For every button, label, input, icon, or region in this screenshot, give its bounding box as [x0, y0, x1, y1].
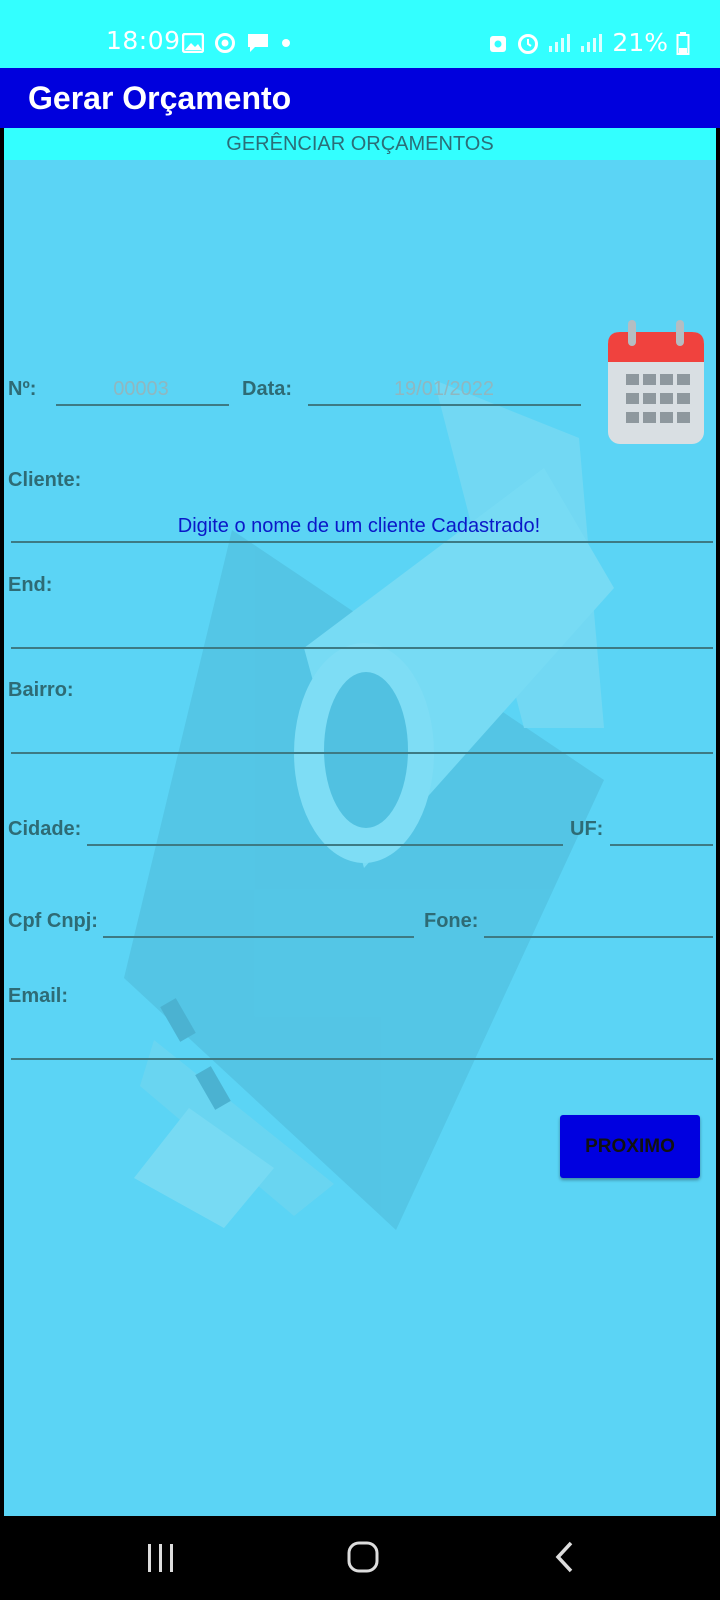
cliente-input[interactable]: Digite o nome de um cliente Cadastrado! [12, 515, 706, 538]
main-content: GERÊNCIAR ORÇAMENTOS Nº: 00003 Data: 19/… [4, 128, 716, 1516]
app-bar: Gerar Orçamento [0, 68, 720, 128]
numero-underline [56, 404, 229, 406]
cpf-cnpj-input[interactable] [103, 936, 414, 938]
battery-icon [676, 31, 690, 55]
status-time: 18:09 [106, 26, 181, 55]
message-icon [248, 34, 268, 52]
system-nav-bar [0, 1516, 720, 1600]
fone-label: Fone: [424, 910, 479, 932]
home-icon[interactable] [346, 1540, 380, 1574]
dot-icon [282, 39, 290, 47]
battery-percent: 21% [612, 28, 668, 57]
status-bar: 18:09 21% [0, 0, 720, 68]
data-underline [308, 404, 581, 406]
nfc-icon [490, 35, 507, 52]
cliente-label: Cliente: [8, 469, 82, 491]
numero-label: Nº: [8, 378, 37, 400]
alarm-icon [518, 33, 539, 54]
signal-icon-2 [581, 33, 603, 52]
cidade-input[interactable] [87, 844, 563, 846]
fone-input[interactable] [484, 936, 713, 938]
uf-input[interactable] [610, 844, 713, 846]
numero-field[interactable]: 00003 [56, 378, 226, 401]
calendar-icon[interactable] [606, 318, 706, 448]
gallery-icon [182, 33, 204, 53]
signal-icon [549, 33, 571, 52]
cidade-label: Cidade: [8, 818, 82, 840]
bairro-input[interactable] [11, 752, 713, 754]
sync-icon [215, 33, 235, 53]
data-field[interactable]: 19/01/2022 [308, 378, 580, 401]
email-label: Email: [8, 985, 69, 1007]
cliente-underline [11, 541, 713, 543]
end-label: End: [8, 574, 53, 596]
data-label: Data: [242, 378, 293, 400]
cpf-cnpj-label: Cpf Cnpj: [8, 910, 98, 932]
next-button[interactable]: PROXIMO [560, 1115, 700, 1178]
bairro-label: Bairro: [8, 679, 74, 701]
email-input[interactable] [11, 1058, 713, 1060]
page-title: Gerar Orçamento [28, 80, 292, 116]
uf-label: UF: [570, 818, 604, 840]
manage-budgets-header[interactable]: GERÊNCIAR ORÇAMENTOS [4, 128, 716, 160]
back-icon[interactable] [552, 1540, 576, 1574]
status-notification-icons [182, 32, 292, 54]
end-input[interactable] [11, 647, 713, 649]
status-system-icons: 21% [488, 28, 690, 57]
recent-apps-icon[interactable] [145, 1542, 177, 1574]
